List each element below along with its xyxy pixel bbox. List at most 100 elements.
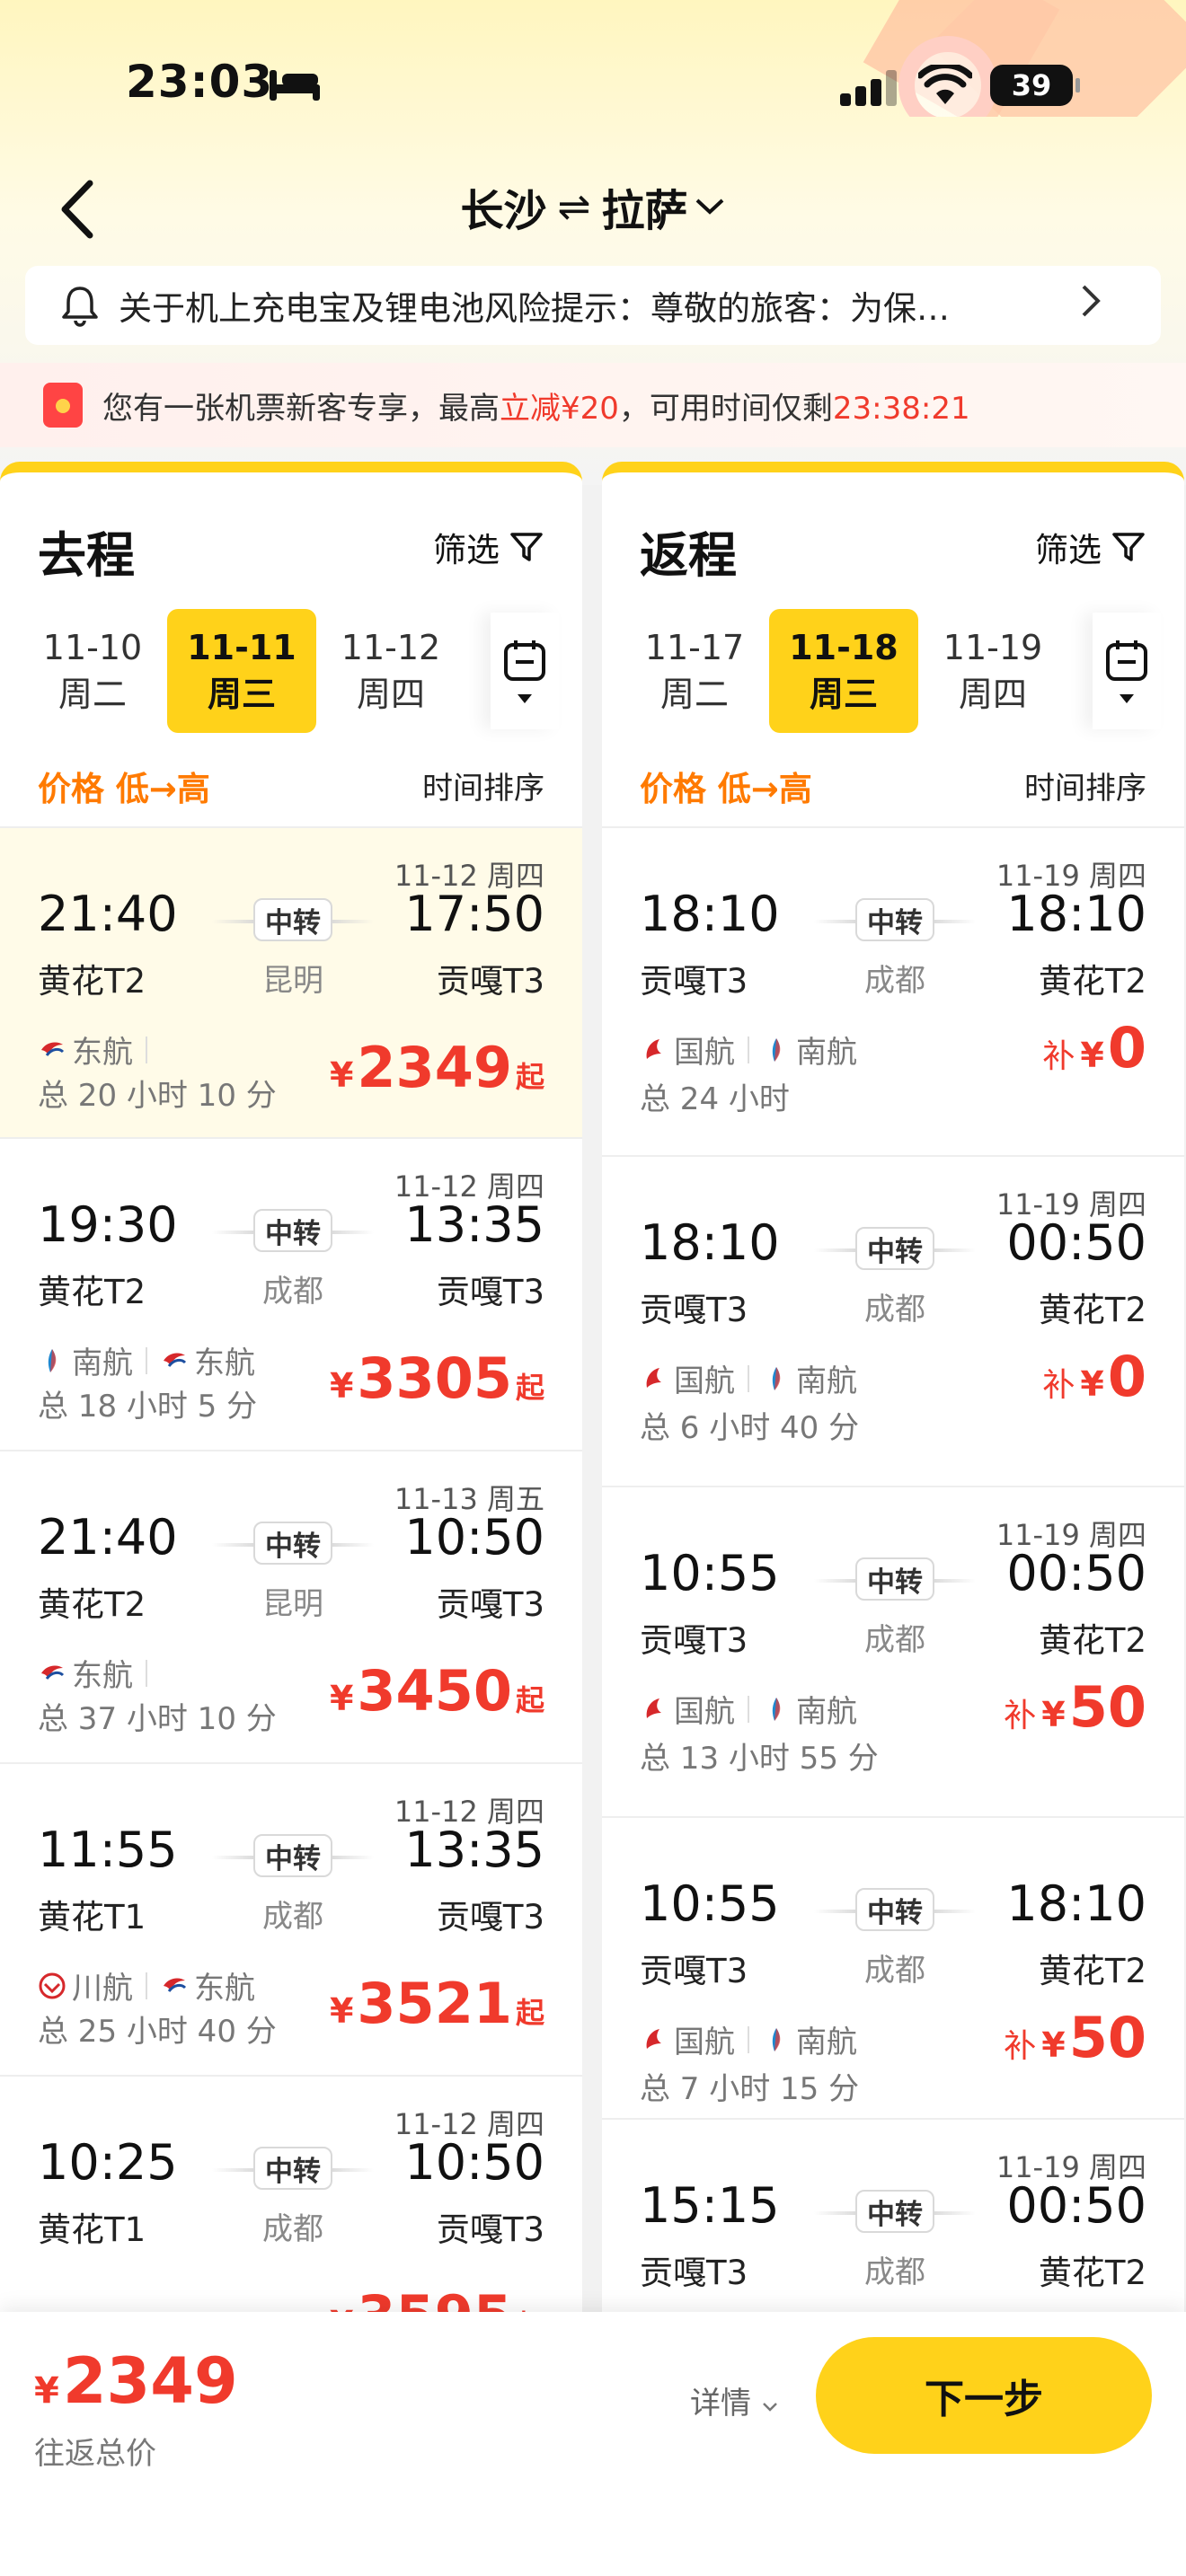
date-tab-weekday: 周三 bbox=[207, 675, 276, 714]
currency-symbol: ¥ bbox=[1041, 1695, 1066, 1734]
airline-name: 东航 bbox=[72, 1658, 133, 1694]
cellular-signal-icon bbox=[840, 70, 898, 106]
transfer-badge: 中转 bbox=[253, 2147, 332, 2190]
airline-name: 国航 bbox=[674, 1363, 735, 1399]
outbound-date-tabs: 11-10 周二 11-11 周三 11-12 周四 bbox=[0, 604, 582, 738]
airline-name: 南航 bbox=[796, 1363, 857, 1399]
back-arrow-icon[interactable] bbox=[52, 178, 106, 241]
departure-airport: 贡嘎T3 bbox=[640, 1291, 748, 1329]
ca-icon bbox=[646, 1038, 661, 1059]
sort-by-time[interactable]: 时间排序 bbox=[422, 763, 544, 807]
sort-by-price[interactable]: 价格 低→高 bbox=[640, 762, 812, 810]
return-column: 返程 筛选 11-17 周二 11-18 周三 11-19 周四 价格 低→高 时间排序 … bbox=[602, 462, 1184, 2312]
arrival-time: 13:35 bbox=[404, 1196, 544, 1253]
flight-card[interactable]: 11-19 周四15:1500:50贡嘎T3黄花T2中转成都补¥100 bbox=[602, 2118, 1184, 2312]
calendar-button[interactable] bbox=[1093, 613, 1161, 729]
arrival-airport: 贡嘎T3 bbox=[436, 1585, 544, 1624]
calendar-icon bbox=[1106, 640, 1147, 681]
flight-price: 补 ¥50 bbox=[1004, 2005, 1146, 2070]
header: 长沙 ⇌ 拉萨 bbox=[0, 162, 1186, 260]
date-tab[interactable]: 11-11 周三 bbox=[167, 609, 316, 733]
airline: 南航 bbox=[38, 1338, 133, 1382]
ca-icon bbox=[646, 1698, 661, 1718]
price-value: 50 bbox=[1068, 2005, 1146, 2070]
airline: 国航 bbox=[640, 1028, 735, 1072]
airline-list: 国航 南航 bbox=[640, 1356, 857, 1400]
return-date-tabs: 11-17 周二 11-18 周三 11-19 周四 bbox=[602, 604, 1184, 738]
departure-time: 15:15 bbox=[640, 2177, 780, 2234]
filter-label: 筛选 bbox=[433, 531, 500, 569]
flight-card[interactable]: 11-19 周四 10:55 00:50 贡嘎T3 黄花T2 中转 成都 国航 南航总 13 小… bbox=[602, 1486, 1184, 1816]
outbound-filter-button[interactable]: 筛选 bbox=[433, 523, 544, 571]
arrival-airport: 贡嘎T3 bbox=[436, 2210, 544, 2249]
total-duration: 总 6 小时 40 分 bbox=[640, 1410, 860, 1446]
cs-icon bbox=[772, 1037, 781, 1062]
departure-time: 10:25 bbox=[38, 2134, 178, 2191]
flight-card[interactable]: 10:55 18:10 贡嘎T3 黄花T2 中转 成都 国航 南航总 7 小时 15 分 补 ¥5… bbox=[602, 1816, 1184, 2118]
divider bbox=[748, 2025, 749, 2053]
next-step-button[interactable]: 下一步 bbox=[816, 2337, 1152, 2454]
departure-airport: 黄花T2 bbox=[38, 962, 146, 1001]
transfer-badge: 中转 bbox=[855, 1888, 934, 1931]
airline-list: 东航 bbox=[38, 1028, 160, 1072]
coupon-discount: 立减¥20 bbox=[500, 390, 619, 427]
flight-card[interactable]: 11-19 周四 18:10 00:50 贡嘎T3 黄花T2 中转 成都 国航 南航总 6 小时… bbox=[602, 1155, 1184, 1486]
currency-symbol: ¥ bbox=[329, 1991, 354, 2031]
calendar-button[interactable] bbox=[491, 613, 559, 729]
flight-price: 补 ¥0 bbox=[1042, 1344, 1146, 1409]
departure-airport: 黄花T1 bbox=[38, 2210, 146, 2249]
notice-banner[interactable]: 关于机上充电宝及锂电池风险提示：尊敬的旅客：为保… bbox=[25, 266, 1161, 345]
date-tab[interactable]: 11-18 周三 bbox=[769, 609, 918, 733]
total-duration: 总 13 小时 55 分 bbox=[640, 1741, 879, 1777]
transfer-city: 成都 bbox=[864, 1292, 925, 1328]
date-tab[interactable]: 11-10 周二 bbox=[18, 609, 167, 733]
currency-symbol: ¥ bbox=[1080, 1364, 1104, 1404]
sort-by-price[interactable]: 价格 低→高 bbox=[38, 762, 210, 810]
date-tab-date: 11-17 bbox=[644, 628, 745, 667]
arrival-airport: 贡嘎T3 bbox=[436, 1273, 544, 1311]
red-envelope-icon bbox=[43, 383, 83, 428]
departure-airport: 贡嘎T3 bbox=[640, 1952, 748, 1990]
transfer-info: 中转 成都 bbox=[814, 898, 976, 999]
ce-icon bbox=[164, 1978, 187, 1992]
route-selector[interactable]: 长沙 ⇌ 拉萨 bbox=[0, 162, 1186, 251]
coupon-banner[interactable]: 您有一张机票新客专享，最高立减¥20，可用时间仅剩23:38:21 bbox=[0, 363, 1186, 447]
total-duration: 总 7 小时 15 分 bbox=[640, 2071, 860, 2107]
flight-card[interactable]: 11-12 周四 19:30 13:35 黄花T2 贡嘎T3 中转 成都 南航 东航总 18 小… bbox=[0, 1137, 582, 1450]
flight-card[interactable]: 11-12 周四 21:40 17:50 黄花T2 贡嘎T3 中转 昆明 东航总 20 小时 … bbox=[0, 826, 582, 1137]
divider bbox=[748, 1364, 749, 1392]
ca-icon bbox=[646, 1367, 661, 1388]
price-prefix: 补 bbox=[1004, 2028, 1037, 2065]
cs-icon bbox=[772, 2027, 781, 2051]
flight-card[interactable]: 11-12 周四10:2510:50黄花T1贡嘎T3中转成都¥3595起 bbox=[0, 2075, 582, 2312]
battery-indicator: 39 bbox=[990, 65, 1080, 106]
date-tab[interactable]: 11-19 周四 bbox=[918, 609, 1067, 733]
departure-airport: 贡嘎T3 bbox=[640, 1621, 748, 1660]
flight-card[interactable]: 11-12 周四 11:55 13:35 黄花T1 贡嘎T3 中转 成都 川航 东航总 25 小… bbox=[0, 1762, 582, 2075]
return-filter-button[interactable]: 筛选 bbox=[1035, 523, 1146, 571]
airline-name: 东航 bbox=[194, 1971, 255, 2007]
coupon-text-mid: ，可用时间仅剩 bbox=[618, 390, 833, 427]
date-tab[interactable]: 11-12 周四 bbox=[316, 609, 465, 733]
transfer-city: 昆明 bbox=[262, 1586, 323, 1622]
sort-by-time[interactable]: 时间排序 bbox=[1024, 763, 1146, 807]
caret-down-icon bbox=[518, 694, 532, 703]
flight-card[interactable]: 11-13 周五 21:40 10:50 黄花T2 贡嘎T3 中转 昆明 东航总 37 小时 … bbox=[0, 1450, 582, 1762]
arrival-time: 18:10 bbox=[1006, 886, 1146, 942]
arrival-time: 10:50 bbox=[404, 2134, 544, 2191]
transfer-info: 中转 成都 bbox=[814, 1227, 976, 1328]
chevron-right-icon bbox=[1080, 283, 1102, 328]
price-suffix: 起 bbox=[515, 1060, 544, 1094]
coupon-text-prefix: 您有一张机票新客专享，最高 bbox=[102, 390, 500, 427]
flight-card[interactable]: 11-19 周四 18:10 18:10 贡嘎T3 黄花T2 中转 成都 国航 南航总 24 小… bbox=[602, 826, 1184, 1155]
arrival-time: 00:50 bbox=[1006, 1214, 1146, 1271]
date-tab[interactable]: 11-17 周二 bbox=[620, 609, 769, 733]
airline-name: 南航 bbox=[796, 1035, 857, 1071]
transfer-badge: 中转 bbox=[253, 1522, 332, 1565]
date-tab-date: 11-10 bbox=[42, 628, 143, 667]
price-detail-button[interactable]: 详情 bbox=[690, 2378, 779, 2422]
departure-time: 10:55 bbox=[640, 1545, 780, 1601]
flight-price: ¥2349 起 bbox=[330, 1035, 544, 1100]
arrival-airport: 黄花T2 bbox=[1038, 1291, 1146, 1329]
transfer-badge: 中转 bbox=[253, 1209, 332, 1252]
